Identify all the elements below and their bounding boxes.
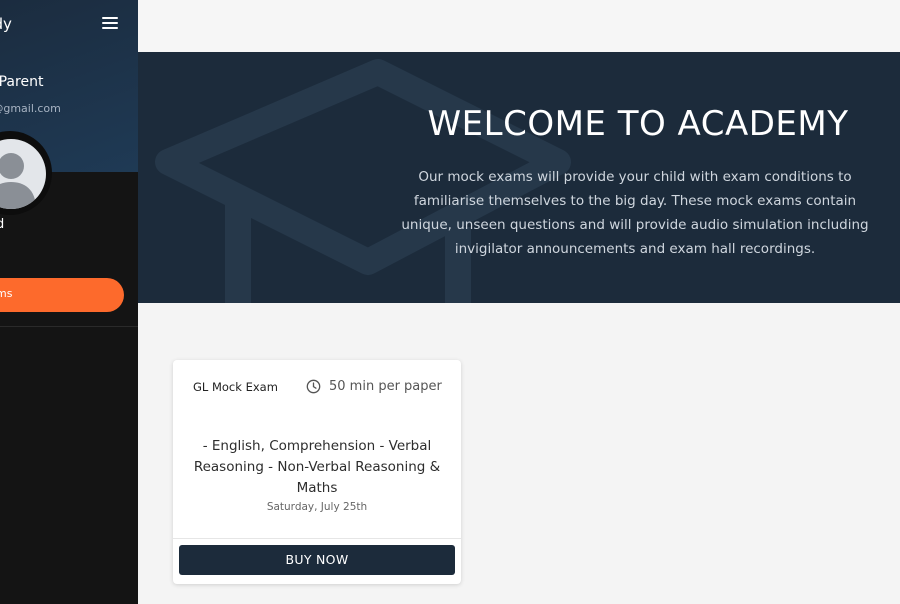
buy-now-button[interactable]: BUY NOW [179, 545, 455, 575]
exam-subjects: - English, Comprehension - Verbal Reason… [193, 438, 441, 496]
exam-card: GL Mock Exam 50 min per paper - English,… [173, 360, 461, 584]
top-bar [138, 0, 900, 52]
clock-icon [306, 379, 321, 394]
exam-date: Saturday, July 25th [266, 501, 368, 513]
exam-duration: 50 min per paper [329, 379, 442, 394]
sidebar-item-label: ms [0, 287, 13, 300]
user-name: us Parent [0, 74, 44, 90]
sidebar-item-exams[interactable]: ms [0, 278, 124, 312]
hero-banner: WELCOME TO ACADEMY Our mock exams will p… [138, 52, 900, 303]
user-email: rent@gmail.com [0, 102, 61, 115]
sidebar: ddy us Parent rent@gmail.com d ms [0, 0, 138, 604]
hero-description: Our mock exams will provide your child w… [401, 169, 869, 257]
hero-title: WELCOME TO ACADEMY [427, 104, 849, 144]
exam-title: GL Mock Exam [193, 380, 278, 394]
brand-name[interactable]: ddy [0, 15, 12, 33]
card-divider [173, 538, 461, 539]
sidebar-divider [0, 326, 138, 327]
user-silhouette-icon [0, 153, 36, 209]
user-role: d [0, 217, 5, 232]
menu-icon[interactable] [100, 15, 120, 31]
avatar[interactable] [0, 139, 46, 209]
